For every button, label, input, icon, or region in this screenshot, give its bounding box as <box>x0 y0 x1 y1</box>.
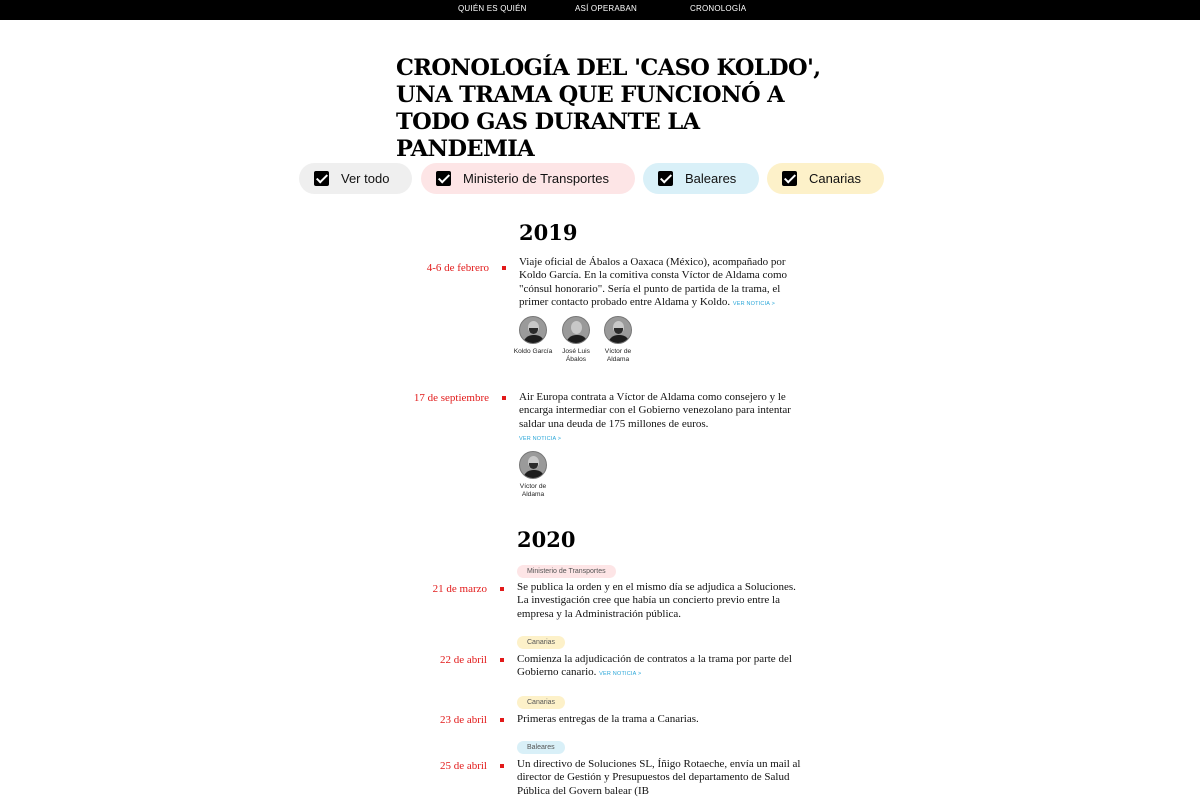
filter-canarias[interactable]: Canarias <box>767 163 884 194</box>
event-text: Air Europa contrata a Víctor de Aldama c… <box>519 391 791 430</box>
filter-ministerio-transportes[interactable]: Ministerio de Transportes <box>421 163 635 194</box>
avatar <box>604 316 632 344</box>
nav-link-cronologia[interactable]: CRONOLOGÍA <box>690 0 746 18</box>
person-jose-luis-abalos[interactable]: José Luis Ábalos <box>554 316 598 363</box>
page-title: CRONOLOGÍA DEL 'CASO KOLDO', UNA TRAMA Q… <box>396 55 821 162</box>
filter-label: Ver todo <box>341 171 390 186</box>
ver-noticia-link[interactable]: VER NOTICIA > <box>599 671 641 677</box>
nav-link-asi-operaban[interactable]: ASÍ OPERABAN <box>575 0 637 18</box>
filter-label: Ministerio de Transportes <box>463 171 609 186</box>
year-heading-2020: 2020 <box>517 527 576 552</box>
category-tag-baleares: Baleares <box>517 741 565 754</box>
person-name: Koldo García <box>513 348 553 355</box>
ver-noticia-link[interactable]: VER NOTICIA > <box>519 436 561 442</box>
ver-noticia-link[interactable]: VER NOTICIA > <box>733 301 775 307</box>
category-tag-transportes: Ministerio de Transportes <box>517 565 616 578</box>
avatar <box>562 316 590 344</box>
checkbox-checked-icon[interactable] <box>782 171 797 186</box>
person-koldo-garcia[interactable]: Koldo García <box>511 316 555 356</box>
event-text: Un directivo de Soluciones SL, Íñigo Rot… <box>517 758 801 797</box>
timeline-marker-icon <box>500 718 504 722</box>
timeline-marker-icon <box>502 396 506 400</box>
person-name: Víctor de Aldama <box>604 348 632 363</box>
avatar <box>519 316 547 344</box>
person-victor-de-aldama[interactable]: Víctor de Aldama <box>596 316 640 363</box>
filter-label: Canarias <box>809 171 862 186</box>
top-nav-bar: QUIÉN ES QUIÉN ASÍ OPERABAN CRONOLOGÍA <box>0 0 1200 20</box>
filter-label: Baleares <box>685 171 737 186</box>
event-text-block: Comienza la adjudicación de contratos a … <box>517 653 807 682</box>
filter-baleares[interactable]: Baleares <box>643 163 759 194</box>
person-name: José Luis Ábalos <box>562 348 590 363</box>
timeline-marker-icon <box>500 764 504 768</box>
timeline-marker-icon <box>500 658 504 662</box>
checkbox-checked-icon[interactable] <box>436 171 451 186</box>
avatar <box>519 451 547 479</box>
nav-link-quien-es-quien[interactable]: QUIÉN ES QUIÉN <box>458 0 527 18</box>
event-text-block: Viaje oficial de Ábalos a Oaxaca (México… <box>519 256 809 312</box>
event-date: 23 de abril <box>439 714 487 726</box>
event-date: 22 de abril <box>439 654 487 666</box>
category-tag-canarias: Canarias <box>517 636 566 649</box>
checkbox-checked-icon[interactable] <box>658 171 673 186</box>
event-text: Comienza la adjudicación de contratos a … <box>517 653 792 679</box>
event-date: 25 de abril <box>439 760 487 772</box>
category-tag-canarias: Canarias <box>517 696 566 709</box>
filter-ver-todo[interactable]: Ver todo <box>299 163 412 194</box>
event-date: 21 de marzo <box>432 583 487 595</box>
timeline-marker-icon <box>502 266 506 270</box>
person-victor-de-aldama[interactable]: Víctor de Aldama <box>511 451 555 498</box>
event-text: Se publica la orden y en el mismo día se… <box>517 581 796 620</box>
timeline-marker-icon <box>500 587 504 591</box>
event-date: 17 de septiembre <box>413 392 489 404</box>
event-date: 4-6 de febrero <box>426 262 489 274</box>
checkbox-checked-icon[interactable] <box>314 171 329 186</box>
year-heading-2019: 2019 <box>519 220 578 245</box>
event-text: Primeras entregas de la trama a Canarias… <box>517 713 699 725</box>
person-name: Víctor de Aldama <box>519 483 547 498</box>
